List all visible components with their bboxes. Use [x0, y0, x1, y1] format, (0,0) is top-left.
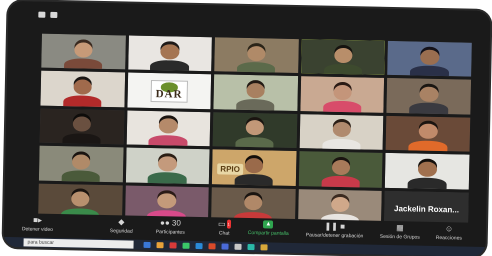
- participant-body: [235, 136, 275, 149]
- fullscreen-icon[interactable]: [50, 11, 58, 19]
- record-label: Pausar/detener grabación: [305, 232, 364, 240]
- participants-button[interactable]: ●● 30 Participantes: [156, 218, 185, 236]
- breakout-rooms-label: Sesión de Grupos: [379, 233, 420, 241]
- taskbar-app-icon[interactable]: [143, 241, 151, 249]
- share-screen-label: Compartir pantalla: [247, 230, 289, 237]
- participant-body: [410, 65, 449, 78]
- participant-tile[interactable]: [125, 147, 210, 184]
- reactions-button[interactable]: ☺ Reacciones: [435, 224, 462, 242]
- participant-tile[interactable]: [41, 33, 126, 70]
- taskbar-app-icon[interactable]: [221, 243, 229, 250]
- participant-body: [148, 134, 188, 147]
- chat-badge: 1: [226, 219, 231, 229]
- participants-icon: ●● 30: [159, 218, 181, 228]
- participant-tile[interactable]: [300, 39, 386, 76]
- taskbar-app-icon[interactable]: [208, 243, 216, 250]
- participant-tile[interactable]: [299, 113, 384, 151]
- taskbar-app-icon[interactable]: [156, 242, 164, 249]
- participants-count: 30: [171, 218, 181, 228]
- share-screen-icon: ▲: [263, 220, 274, 229]
- participant-body: [150, 60, 190, 72]
- breakout-rooms-icon: ▦: [396, 223, 404, 233]
- participant-tile[interactable]: [126, 110, 211, 147]
- participant-tile[interactable]: DAR: [127, 72, 212, 110]
- participant-tile[interactable]: [386, 78, 472, 115]
- participant-tile[interactable]: RPIO: [212, 149, 297, 186]
- participant-tile[interactable]: [213, 74, 298, 111]
- video-camera-icon: ■▸: [33, 215, 43, 225]
- participant-body: [323, 63, 363, 76]
- participant-tile[interactable]: [39, 108, 124, 145]
- participant-tile[interactable]: [38, 145, 124, 182]
- participant-body: [409, 102, 448, 115]
- breakout-rooms-button[interactable]: ▦ Sesión de Grupos: [379, 223, 420, 241]
- security-button[interactable]: ◆ Seguridad: [110, 217, 133, 234]
- participant-tile[interactable]: [385, 153, 470, 190]
- participant-body: [322, 101, 362, 113]
- dar-logo: DAR: [150, 79, 188, 104]
- chat-label: Chat: [218, 230, 230, 237]
- taskbar-app-icon[interactable]: [182, 242, 190, 249]
- participant-body: [147, 172, 187, 184]
- participant-body: [62, 133, 101, 145]
- participant-body: [62, 95, 102, 108]
- photo-frame: DAR RPIO Jackelin Roxan... ■▸ Detener vide…: [0, 0, 492, 256]
- share-screen-button[interactable]: ▲ Compartir pantalla: [248, 220, 289, 237]
- taskbar-app-icon[interactable]: [260, 244, 268, 251]
- participant-body: [407, 177, 447, 190]
- participant-name: Jackelin Roxan...: [393, 204, 460, 215]
- participant-tile[interactable]: [214, 37, 299, 74]
- participant-body: [236, 61, 276, 74]
- chat-icon: ▭ 1: [217, 219, 231, 229]
- taskbar-search-box[interactable]: para buscar: [23, 238, 134, 249]
- participant-body: [408, 140, 448, 152]
- chat-button[interactable]: ▭ 1 Chat: [217, 219, 231, 237]
- reactions-label: Reacciones: [435, 234, 462, 242]
- taskbar-apps: [143, 241, 268, 251]
- participant-tile[interactable]: [127, 35, 213, 72]
- background-sign: RPIO: [217, 163, 244, 175]
- participant-body: [321, 175, 360, 188]
- participants-label: Participantes: [155, 229, 185, 236]
- participant-tile[interactable]: [212, 112, 298, 149]
- security-label: Seguridad: [109, 228, 133, 235]
- participant-body: [63, 58, 103, 70]
- participant-body: [236, 99, 275, 111]
- participant-body: [321, 138, 361, 151]
- shield-icon: ◆: [118, 217, 125, 227]
- taskbar-app-icon[interactable]: [195, 242, 203, 250]
- zoom-meeting-window: DAR RPIO Jackelin Roxan... ■▸ Detener vide…: [3, 0, 491, 256]
- logo-text: DAR: [155, 87, 183, 101]
- participant-tile[interactable]: [387, 40, 472, 78]
- gallery-view: DAR RPIO Jackelin Roxan...: [38, 33, 472, 227]
- view-icon[interactable]: [38, 11, 46, 18]
- pause-record-icon: ❚❚ ■: [324, 221, 346, 232]
- stop-video-label: Detener video: [21, 226, 54, 233]
- participant-tile[interactable]: [385, 115, 471, 152]
- stop-video-button[interactable]: ■▸ Detener video: [22, 215, 53, 233]
- participant-body: [61, 170, 101, 182]
- smiley-icon: ☺: [444, 224, 454, 234]
- participant-tile[interactable]: [298, 151, 383, 188]
- record-button[interactable]: ❚❚ ■ Pausar/detener grabación: [305, 221, 364, 240]
- taskbar-app-icon[interactable]: [234, 243, 242, 250]
- participant-tile[interactable]: [40, 71, 125, 108]
- participant-body: [234, 174, 274, 186]
- taskbar-app-icon[interactable]: [169, 242, 177, 249]
- participant-tile[interactable]: [300, 76, 385, 113]
- taskbar-app-icon[interactable]: [247, 244, 255, 251]
